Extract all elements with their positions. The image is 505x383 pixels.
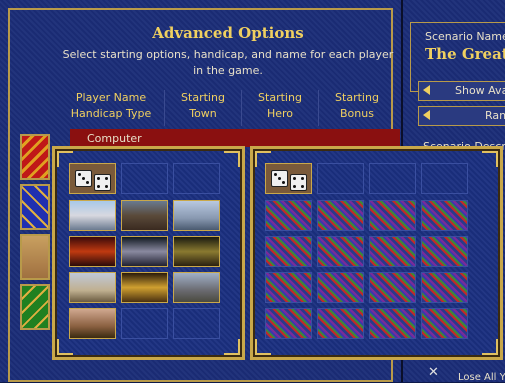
bonus-slot-empty — [421, 236, 468, 267]
bonus-slot-empty — [317, 200, 364, 231]
bonus-slot-empty — [265, 200, 312, 231]
town-castle[interactable] — [69, 200, 116, 231]
bonus-slot-empty — [317, 272, 364, 303]
column-header-line2: Bonus — [340, 107, 374, 120]
scenario-name-label: Scenario Name: — [425, 30, 505, 43]
column-header-starting-hero: Starting Hero — [242, 90, 319, 126]
random-map-label: Ran — [485, 109, 505, 122]
show-available-button[interactable]: Show Avai — [418, 81, 505, 101]
panel-title: Advanced Options — [152, 24, 304, 42]
player-flag-tan[interactable] — [20, 234, 50, 280]
empty-cell — [121, 163, 168, 194]
bonus-slot-empty — [421, 308, 468, 339]
dice-icon — [271, 170, 288, 187]
bonus-slot-empty — [369, 272, 416, 303]
column-header-line2: Town — [189, 107, 217, 120]
dice-icon — [75, 170, 92, 187]
bonus-slot-empty — [265, 236, 312, 267]
corner-ornament — [224, 151, 240, 167]
town-fortress[interactable] — [121, 272, 168, 303]
corner-ornament — [482, 151, 498, 167]
bonus-slot-empty — [369, 308, 416, 339]
column-header-starting-bonus: Starting Bonus — [319, 90, 395, 126]
arrow-left-icon — [423, 110, 430, 120]
random-map-button[interactable]: Ran — [418, 106, 505, 126]
column-header-line1: Player Name — [75, 91, 147, 104]
corner-ornament — [224, 339, 240, 355]
empty-cell — [421, 163, 468, 194]
bonus-slot-empty — [369, 236, 416, 267]
column-header-line2: Handicap Type — [70, 107, 152, 120]
bonus-slot-empty — [265, 272, 312, 303]
empty-cell — [369, 163, 416, 194]
bonus-slot-empty — [421, 272, 468, 303]
column-header-line1: Starting — [258, 91, 302, 104]
dice-icon — [94, 174, 111, 191]
empty-cell — [173, 308, 220, 339]
town-tower[interactable] — [173, 200, 220, 231]
player-flag-green[interactable] — [20, 284, 50, 330]
town-inferno[interactable] — [69, 236, 116, 267]
loss-condition-text: Lose All Y — [458, 372, 505, 383]
panel-description: Select starting options, handicap, and n… — [62, 48, 394, 77]
bonus-slot-empty — [421, 200, 468, 231]
town-stronghold[interactable] — [69, 272, 116, 303]
starting-bonus-popup — [250, 146, 503, 360]
town-necropolis[interactable] — [121, 236, 168, 267]
column-header-line1: Starting — [181, 91, 225, 104]
arrow-left-icon — [423, 85, 430, 95]
column-header-starting-town: Starting Town — [165, 90, 242, 126]
empty-cell — [121, 308, 168, 339]
column-header-line2: Hero — [266, 107, 294, 120]
bonus-slot-empty — [317, 308, 364, 339]
bonus-slot-empty — [369, 200, 416, 231]
town-dungeon[interactable] — [173, 236, 220, 267]
town-rampart[interactable] — [121, 200, 168, 231]
random-town-cell[interactable] — [69, 163, 116, 194]
dice-icon — [290, 174, 307, 191]
player-name-computer: Computer — [87, 132, 142, 145]
loss-condition-icon: ✕ — [428, 365, 439, 380]
bonus-slot-empty — [317, 236, 364, 267]
column-header-line1: Starting — [335, 91, 379, 104]
corner-ornament — [57, 339, 73, 355]
column-header-player-name: Player Name Handicap Type — [58, 90, 165, 126]
empty-cell — [173, 163, 220, 194]
bonus-slot-empty — [265, 308, 312, 339]
random-bonus-cell[interactable] — [265, 163, 312, 194]
corner-ornament — [255, 339, 271, 355]
player-flag-blue[interactable] — [20, 184, 50, 230]
empty-cell — [317, 163, 364, 194]
scenario-name: The Great F — [425, 45, 505, 63]
show-available-label: Show Avai — [455, 84, 505, 97]
town-cove[interactable] — [69, 308, 116, 339]
starting-town-popup — [52, 146, 245, 360]
player-flag-red[interactable] — [20, 134, 50, 180]
town-conflux[interactable] — [173, 272, 220, 303]
corner-ornament — [482, 339, 498, 355]
